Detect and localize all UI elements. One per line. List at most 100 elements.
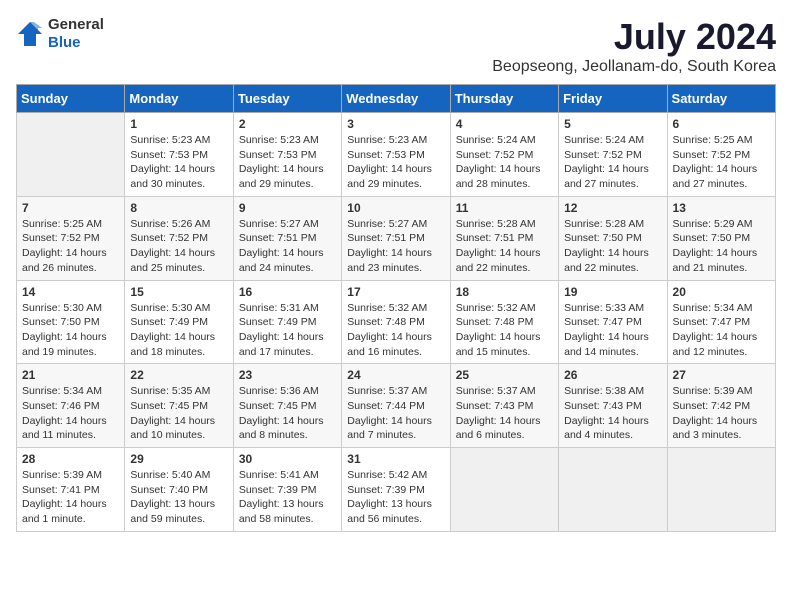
calendar-day-cell [17,113,125,197]
day-number: 18 [456,285,553,299]
calendar-day-cell: 30 Sunrise: 5:41 AM Sunset: 7:39 PM Dayli… [233,448,341,532]
day-number: 28 [22,452,119,466]
day-number: 7 [22,201,119,215]
day-number: 11 [456,201,553,215]
logo-text-general: General [48,16,104,33]
day-number: 8 [130,201,227,215]
day-info: Sunrise: 5:38 AM Sunset: 7:43 PM Dayligh… [564,384,661,443]
calendar-day-cell: 16 Sunrise: 5:31 AM Sunset: 7:49 PM Dayli… [233,280,341,364]
day-number: 19 [564,285,661,299]
calendar-day-cell: 15 Sunrise: 5:30 AM Sunset: 7:49 PM Dayli… [125,280,233,364]
calendar-day-cell: 28 Sunrise: 5:39 AM Sunset: 7:41 PM Dayli… [17,448,125,532]
day-number: 4 [456,117,553,131]
day-number: 12 [564,201,661,215]
calendar-day-cell: 3 Sunrise: 5:23 AM Sunset: 7:53 PM Daylig… [342,113,450,197]
day-info: Sunrise: 5:37 AM Sunset: 7:44 PM Dayligh… [347,384,444,443]
calendar-weekday-header: Saturday [667,85,775,113]
calendar-day-cell: 4Sunrise: 5:24 AM Sunset: 7:52 PM Daylig… [450,113,558,197]
title-block: July 2024 Beopseong, Jeollanam-do, South… [492,16,776,76]
calendar-day-cell: 14 Sunrise: 5:30 AM Sunset: 7:50 PM Dayli… [17,280,125,364]
calendar-day-cell [559,448,667,532]
day-number: 1 [130,117,227,131]
logo-icon [16,20,44,48]
calendar-day-cell: 29 Sunrise: 5:40 AM Sunset: 7:40 PM Dayli… [125,448,233,532]
calendar-weekday-header: Tuesday [233,85,341,113]
day-info: Sunrise: 5:28 AM Sunset: 7:51 PM Dayligh… [456,217,553,276]
day-info: Sunrise: 5:27 AM Sunset: 7:51 PM Dayligh… [239,217,336,276]
month-title: July 2024 [492,16,776,58]
day-info: Sunrise: 5:23 AM Sunset: 7:53 PM Dayligh… [130,133,227,192]
day-number: 3 [347,117,444,131]
calendar-week-row: 28 Sunrise: 5:39 AM Sunset: 7:41 PM Dayli… [17,448,776,532]
day-number: 13 [673,201,770,215]
calendar-weekday-header: Thursday [450,85,558,113]
day-info: Sunrise: 5:25 AM Sunset: 7:52 PM Dayligh… [673,133,770,192]
day-info: Sunrise: 5:34 AM Sunset: 7:46 PM Dayligh… [22,384,119,443]
logo-text-blue: Blue [48,34,81,51]
day-number: 5 [564,117,661,131]
calendar-header-row: SundayMondayTuesdayWednesdayThursdayFrid… [17,85,776,113]
calendar-day-cell [667,448,775,532]
calendar-day-cell: 25 Sunrise: 5:37 AM Sunset: 7:43 PM Dayli… [450,364,558,448]
day-info: Sunrise: 5:27 AM Sunset: 7:51 PM Dayligh… [347,217,444,276]
calendar-week-row: 21 Sunrise: 5:34 AM Sunset: 7:46 PM Dayli… [17,364,776,448]
calendar-day-cell: 8 Sunrise: 5:26 AM Sunset: 7:52 PM Daylig… [125,196,233,280]
day-info: Sunrise: 5:31 AM Sunset: 7:49 PM Dayligh… [239,301,336,360]
day-info: Sunrise: 5:42 AM Sunset: 7:39 PM Dayligh… [347,468,444,527]
calendar-day-cell: 9Sunrise: 5:27 AM Sunset: 7:51 PM Daylig… [233,196,341,280]
calendar-week-row: 7 Sunrise: 5:25 AM Sunset: 7:52 PM Daylig… [17,196,776,280]
day-info: Sunrise: 5:33 AM Sunset: 7:47 PM Dayligh… [564,301,661,360]
day-info: Sunrise: 5:23 AM Sunset: 7:53 PM Dayligh… [239,133,336,192]
calendar-day-cell: 17Sunrise: 5:32 AM Sunset: 7:48 PM Dayli… [342,280,450,364]
calendar-day-cell: 26 Sunrise: 5:38 AM Sunset: 7:43 PM Dayli… [559,364,667,448]
calendar-day-cell: 7 Sunrise: 5:25 AM Sunset: 7:52 PM Daylig… [17,196,125,280]
page-header: General Blue July 2024 Beopseong, Jeolla… [16,16,776,76]
day-number: 16 [239,285,336,299]
day-number: 17 [347,285,444,299]
day-number: 6 [673,117,770,131]
day-info: Sunrise: 5:23 AM Sunset: 7:53 PM Dayligh… [347,133,444,192]
calendar-weekday-header: Sunday [17,85,125,113]
day-info: Sunrise: 5:32 AM Sunset: 7:48 PM Dayligh… [456,301,553,360]
day-info: Sunrise: 5:25 AM Sunset: 7:52 PM Dayligh… [22,217,119,276]
day-number: 30 [239,452,336,466]
calendar-day-cell [450,448,558,532]
day-info: Sunrise: 5:34 AM Sunset: 7:47 PM Dayligh… [673,301,770,360]
day-number: 25 [456,368,553,382]
day-info: Sunrise: 5:28 AM Sunset: 7:50 PM Dayligh… [564,217,661,276]
day-number: 23 [239,368,336,382]
day-number: 29 [130,452,227,466]
calendar-week-row: 14 Sunrise: 5:30 AM Sunset: 7:50 PM Dayli… [17,280,776,364]
calendar-day-cell: 19 Sunrise: 5:33 AM Sunset: 7:47 PM Dayli… [559,280,667,364]
day-number: 14 [22,285,119,299]
calendar-day-cell: 24 Sunrise: 5:37 AM Sunset: 7:44 PM Dayli… [342,364,450,448]
day-number: 24 [347,368,444,382]
calendar-day-cell: 12 Sunrise: 5:28 AM Sunset: 7:50 PM Dayli… [559,196,667,280]
day-number: 26 [564,368,661,382]
day-info: Sunrise: 5:24 AM Sunset: 7:52 PM Dayligh… [564,133,661,192]
calendar-day-cell: 18 Sunrise: 5:32 AM Sunset: 7:48 PM Dayli… [450,280,558,364]
calendar-weekday-header: Monday [125,85,233,113]
calendar-day-cell: 20Sunrise: 5:34 AM Sunset: 7:47 PM Dayli… [667,280,775,364]
day-number: 15 [130,285,227,299]
day-info: Sunrise: 5:37 AM Sunset: 7:43 PM Dayligh… [456,384,553,443]
day-info: Sunrise: 5:36 AM Sunset: 7:45 PM Dayligh… [239,384,336,443]
day-number: 31 [347,452,444,466]
calendar-day-cell: 2Sunrise: 5:23 AM Sunset: 7:53 PM Daylig… [233,113,341,197]
calendar-day-cell: 23 Sunrise: 5:36 AM Sunset: 7:45 PM Dayli… [233,364,341,448]
day-info: Sunrise: 5:39 AM Sunset: 7:41 PM Dayligh… [22,468,119,527]
day-info: Sunrise: 5:39 AM Sunset: 7:42 PM Dayligh… [673,384,770,443]
day-info: Sunrise: 5:41 AM Sunset: 7:39 PM Dayligh… [239,468,336,527]
location-subtitle: Beopseong, Jeollanam-do, South Korea [492,58,776,76]
day-info: Sunrise: 5:29 AM Sunset: 7:50 PM Dayligh… [673,217,770,276]
calendar-day-cell: 31 Sunrise: 5:42 AM Sunset: 7:39 PM Dayli… [342,448,450,532]
calendar-week-row: 1 Sunrise: 5:23 AM Sunset: 7:53 PM Daylig… [17,113,776,197]
day-number: 21 [22,368,119,382]
day-info: Sunrise: 5:30 AM Sunset: 7:50 PM Dayligh… [22,301,119,360]
calendar-day-cell: 5 Sunrise: 5:24 AM Sunset: 7:52 PM Daylig… [559,113,667,197]
calendar-weekday-header: Wednesday [342,85,450,113]
day-info: Sunrise: 5:30 AM Sunset: 7:49 PM Dayligh… [130,301,227,360]
day-info: Sunrise: 5:40 AM Sunset: 7:40 PM Dayligh… [130,468,227,527]
day-info: Sunrise: 5:26 AM Sunset: 7:52 PM Dayligh… [130,217,227,276]
calendar-day-cell: 10Sunrise: 5:27 AM Sunset: 7:51 PM Dayli… [342,196,450,280]
